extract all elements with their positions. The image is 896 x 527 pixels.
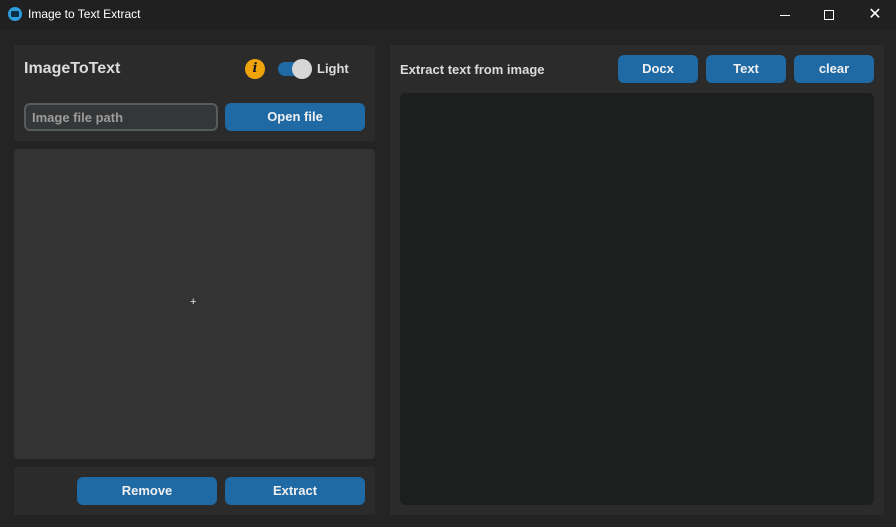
open-file-button[interactable]: Open file	[225, 103, 365, 131]
image-path-input[interactable]	[24, 103, 218, 131]
title-bar: Image to Text Extract ✕	[0, 0, 896, 30]
info-icon[interactable]: i	[245, 59, 265, 79]
clear-button[interactable]: clear	[794, 55, 874, 83]
extract-button[interactable]: Extract	[225, 477, 365, 505]
close-icon: ✕	[868, 6, 882, 23]
crosshair-cursor: +	[190, 296, 197, 308]
docx-button[interactable]: Docx	[618, 55, 698, 83]
minimize-button[interactable]	[762, 0, 808, 30]
app-title: ImageToText	[24, 60, 121, 77]
theme-switch-label: Light	[317, 61, 349, 76]
maximize-icon	[824, 10, 834, 20]
app-icon	[8, 7, 22, 21]
theme-switch-knob[interactable]	[292, 59, 312, 79]
extracted-text-area[interactable]	[400, 93, 874, 505]
text-button[interactable]: Text	[706, 55, 786, 83]
output-heading: Extract text from image	[400, 62, 545, 77]
remove-button[interactable]: Remove	[77, 477, 217, 505]
maximize-button[interactable]	[806, 0, 852, 30]
minimize-icon	[780, 14, 790, 16]
close-button[interactable]: ✕	[852, 0, 896, 30]
window-title: Image to Text Extract	[28, 7, 141, 21]
